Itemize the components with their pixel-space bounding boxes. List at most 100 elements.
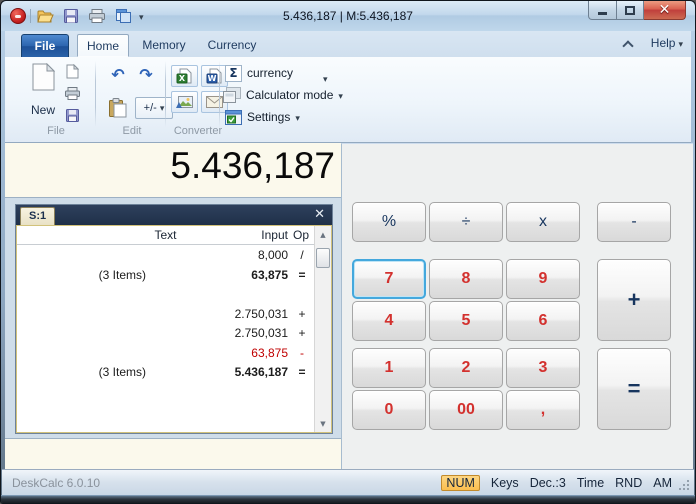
deskcalc-window: 5.436,187 | M:5.436,187 ✕ File Home Memo… <box>0 0 696 504</box>
tape-column-input[interactable]: Input <box>261 228 288 242</box>
key-percent[interactable]: % <box>352 202 426 242</box>
status-bar: DeskCalc 6.0.10 NUM Keys Dec.:3 Time RND… <box>2 469 694 495</box>
tape-close-icon[interactable]: ✕ <box>314 207 325 223</box>
tab-memory[interactable]: Memory <box>135 34 193 57</box>
close-button[interactable]: ✕ <box>644 1 686 20</box>
export-image-button[interactable] <box>171 91 198 113</box>
status-toggles: NUM Keys Dec.:3 Time RND AM <box>441 475 672 491</box>
tape-row-op: - <box>300 345 304 360</box>
help-label: Help <box>650 36 676 50</box>
key-0[interactable]: 0 <box>352 390 426 430</box>
status-am-toggle[interactable]: AM <box>653 476 672 490</box>
tab-home[interactable]: Home <box>77 34 129 57</box>
plus-minus-button[interactable]: +/- <box>135 97 173 119</box>
key-9[interactable]: 9 <box>506 259 580 299</box>
group-divider <box>95 61 96 127</box>
export-excel-button[interactable]: X <box>171 65 198 87</box>
tape-scrollbar[interactable]: ▲ ▼ <box>314 226 331 432</box>
word-export-icon: W <box>206 68 222 84</box>
new-page-icon <box>32 63 55 91</box>
print-small-button[interactable] <box>61 83 83 103</box>
tape-row[interactable]: 63,875 - <box>17 344 314 364</box>
help-caret-icon <box>678 36 683 50</box>
status-rnd-toggle[interactable]: RND <box>615 476 642 490</box>
tape-row-input: 5.436,187 <box>234 365 288 379</box>
key-multiply[interactable]: x <box>506 202 580 242</box>
tape-row-input: 63,875 <box>251 267 288 282</box>
redo-button[interactable]: ↷ <box>133 65 159 85</box>
currency-mode-button[interactable]: Σ currency <box>225 64 293 82</box>
key-comma[interactable]: , <box>506 390 580 430</box>
status-time-toggle[interactable]: Time <box>577 476 604 490</box>
tab-currency[interactable]: Currency <box>199 34 265 57</box>
key-2[interactable]: 2 <box>429 348 503 388</box>
key-plus[interactable]: + <box>597 259 671 341</box>
settings-button[interactable]: Settings <box>225 108 300 126</box>
key-4[interactable]: 4 <box>352 301 426 341</box>
tape-row-input: 2.750,031 <box>234 326 288 340</box>
key-5[interactable]: 5 <box>429 301 503 341</box>
maximize-icon <box>625 5 635 15</box>
svg-text:X: X <box>179 74 186 83</box>
tape-header-row: Text Input Op <box>17 226 314 245</box>
scroll-down-icon[interactable]: ▼ <box>316 416 330 431</box>
minimize-button[interactable] <box>588 1 617 20</box>
tape-column-op[interactable]: Op <box>290 228 312 242</box>
tape-row[interactable]: 2.750,031 + <box>17 305 314 325</box>
close-icon: ✕ <box>658 2 671 18</box>
scrollbar-thumb[interactable] <box>316 248 330 268</box>
undo-button[interactable]: ↶ <box>105 65 131 85</box>
key-equals[interactable]: = <box>597 348 671 430</box>
keypad-panel: % ÷ x - 7 8 9 + 4 5 6 1 2 3 = 0 00 , <box>341 143 693 469</box>
calculator-mode-caret-icon <box>338 88 343 102</box>
envelope-icon <box>206 96 223 108</box>
tape-list: Text Input Op 8,000 / (3 Items) 63,875 =… <box>16 225 332 433</box>
status-decimals-toggle[interactable]: Dec.:3 <box>530 476 566 490</box>
calculator-display[interactable]: 5.436,187 <box>5 143 341 197</box>
ribbon-tab-row: File Home Memory Currency Help <box>5 31 691 57</box>
tape-row[interactable] <box>17 285 314 305</box>
key-1[interactable]: 1 <box>352 348 426 388</box>
key-8[interactable]: 8 <box>429 259 503 299</box>
key-7[interactable]: 7 <box>352 259 426 299</box>
save-small-button[interactable] <box>61 105 83 125</box>
tape-title-bar[interactable]: S:1 ✕ <box>16 205 332 225</box>
key-3[interactable]: 3 <box>506 348 580 388</box>
app-version-label: DeskCalc 6.0.10 <box>12 476 101 490</box>
tape-row[interactable]: (3 Items) 63,875 = <box>17 266 314 286</box>
calculator-mode-button[interactable]: Calculator mode <box>223 86 343 104</box>
tape-row[interactable]: 8,000 / <box>17 246 314 266</box>
group-divider <box>165 61 166 127</box>
tape-row-op: + <box>298 326 306 340</box>
currency-caret-icon[interactable] <box>323 69 328 87</box>
redo-icon: ↷ <box>139 65 153 84</box>
new-page-small-button[interactable] <box>61 61 83 81</box>
scroll-up-icon[interactable]: ▲ <box>316 227 330 242</box>
maximize-button[interactable] <box>617 1 644 20</box>
tape-row[interactable]: 2.750,031 + <box>17 324 314 344</box>
tab-file[interactable]: File <box>21 34 69 57</box>
new-button[interactable]: New <box>25 61 61 119</box>
window-bottom-border <box>1 495 695 503</box>
key-divide[interactable]: ÷ <box>429 202 503 242</box>
settings-icon <box>225 109 242 125</box>
export-word-button[interactable]: W <box>201 65 228 87</box>
key-6[interactable]: 6 <box>506 301 580 341</box>
title-bar[interactable]: 5.436,187 | M:5.436,187 ✕ <box>1 1 695 31</box>
paste-button[interactable] <box>105 95 131 121</box>
display-value: 5.436,187 <box>170 145 335 186</box>
collapse-ribbon-button[interactable] <box>621 39 635 52</box>
resize-grip[interactable] <box>679 480 690 491</box>
key-minus[interactable]: - <box>597 202 671 242</box>
status-num-toggle[interactable]: NUM <box>441 475 480 491</box>
help-menu[interactable]: Help <box>651 36 683 50</box>
ribbon: New File ↶ ↷ +/- Edit X <box>5 57 691 143</box>
file-group-label: File <box>47 125 65 137</box>
currency-mode-label: currency <box>247 66 294 80</box>
undo-icon: ↶ <box>111 65 125 84</box>
status-keys-toggle[interactable]: Keys <box>491 476 519 490</box>
tape-row[interactable]: (3 Items) 5.436,187 = <box>17 363 314 383</box>
key-00[interactable]: 00 <box>429 390 503 430</box>
calculator-mode-label: Calculator mode <box>246 88 334 102</box>
tape-session-tab[interactable]: S:1 <box>20 207 56 225</box>
